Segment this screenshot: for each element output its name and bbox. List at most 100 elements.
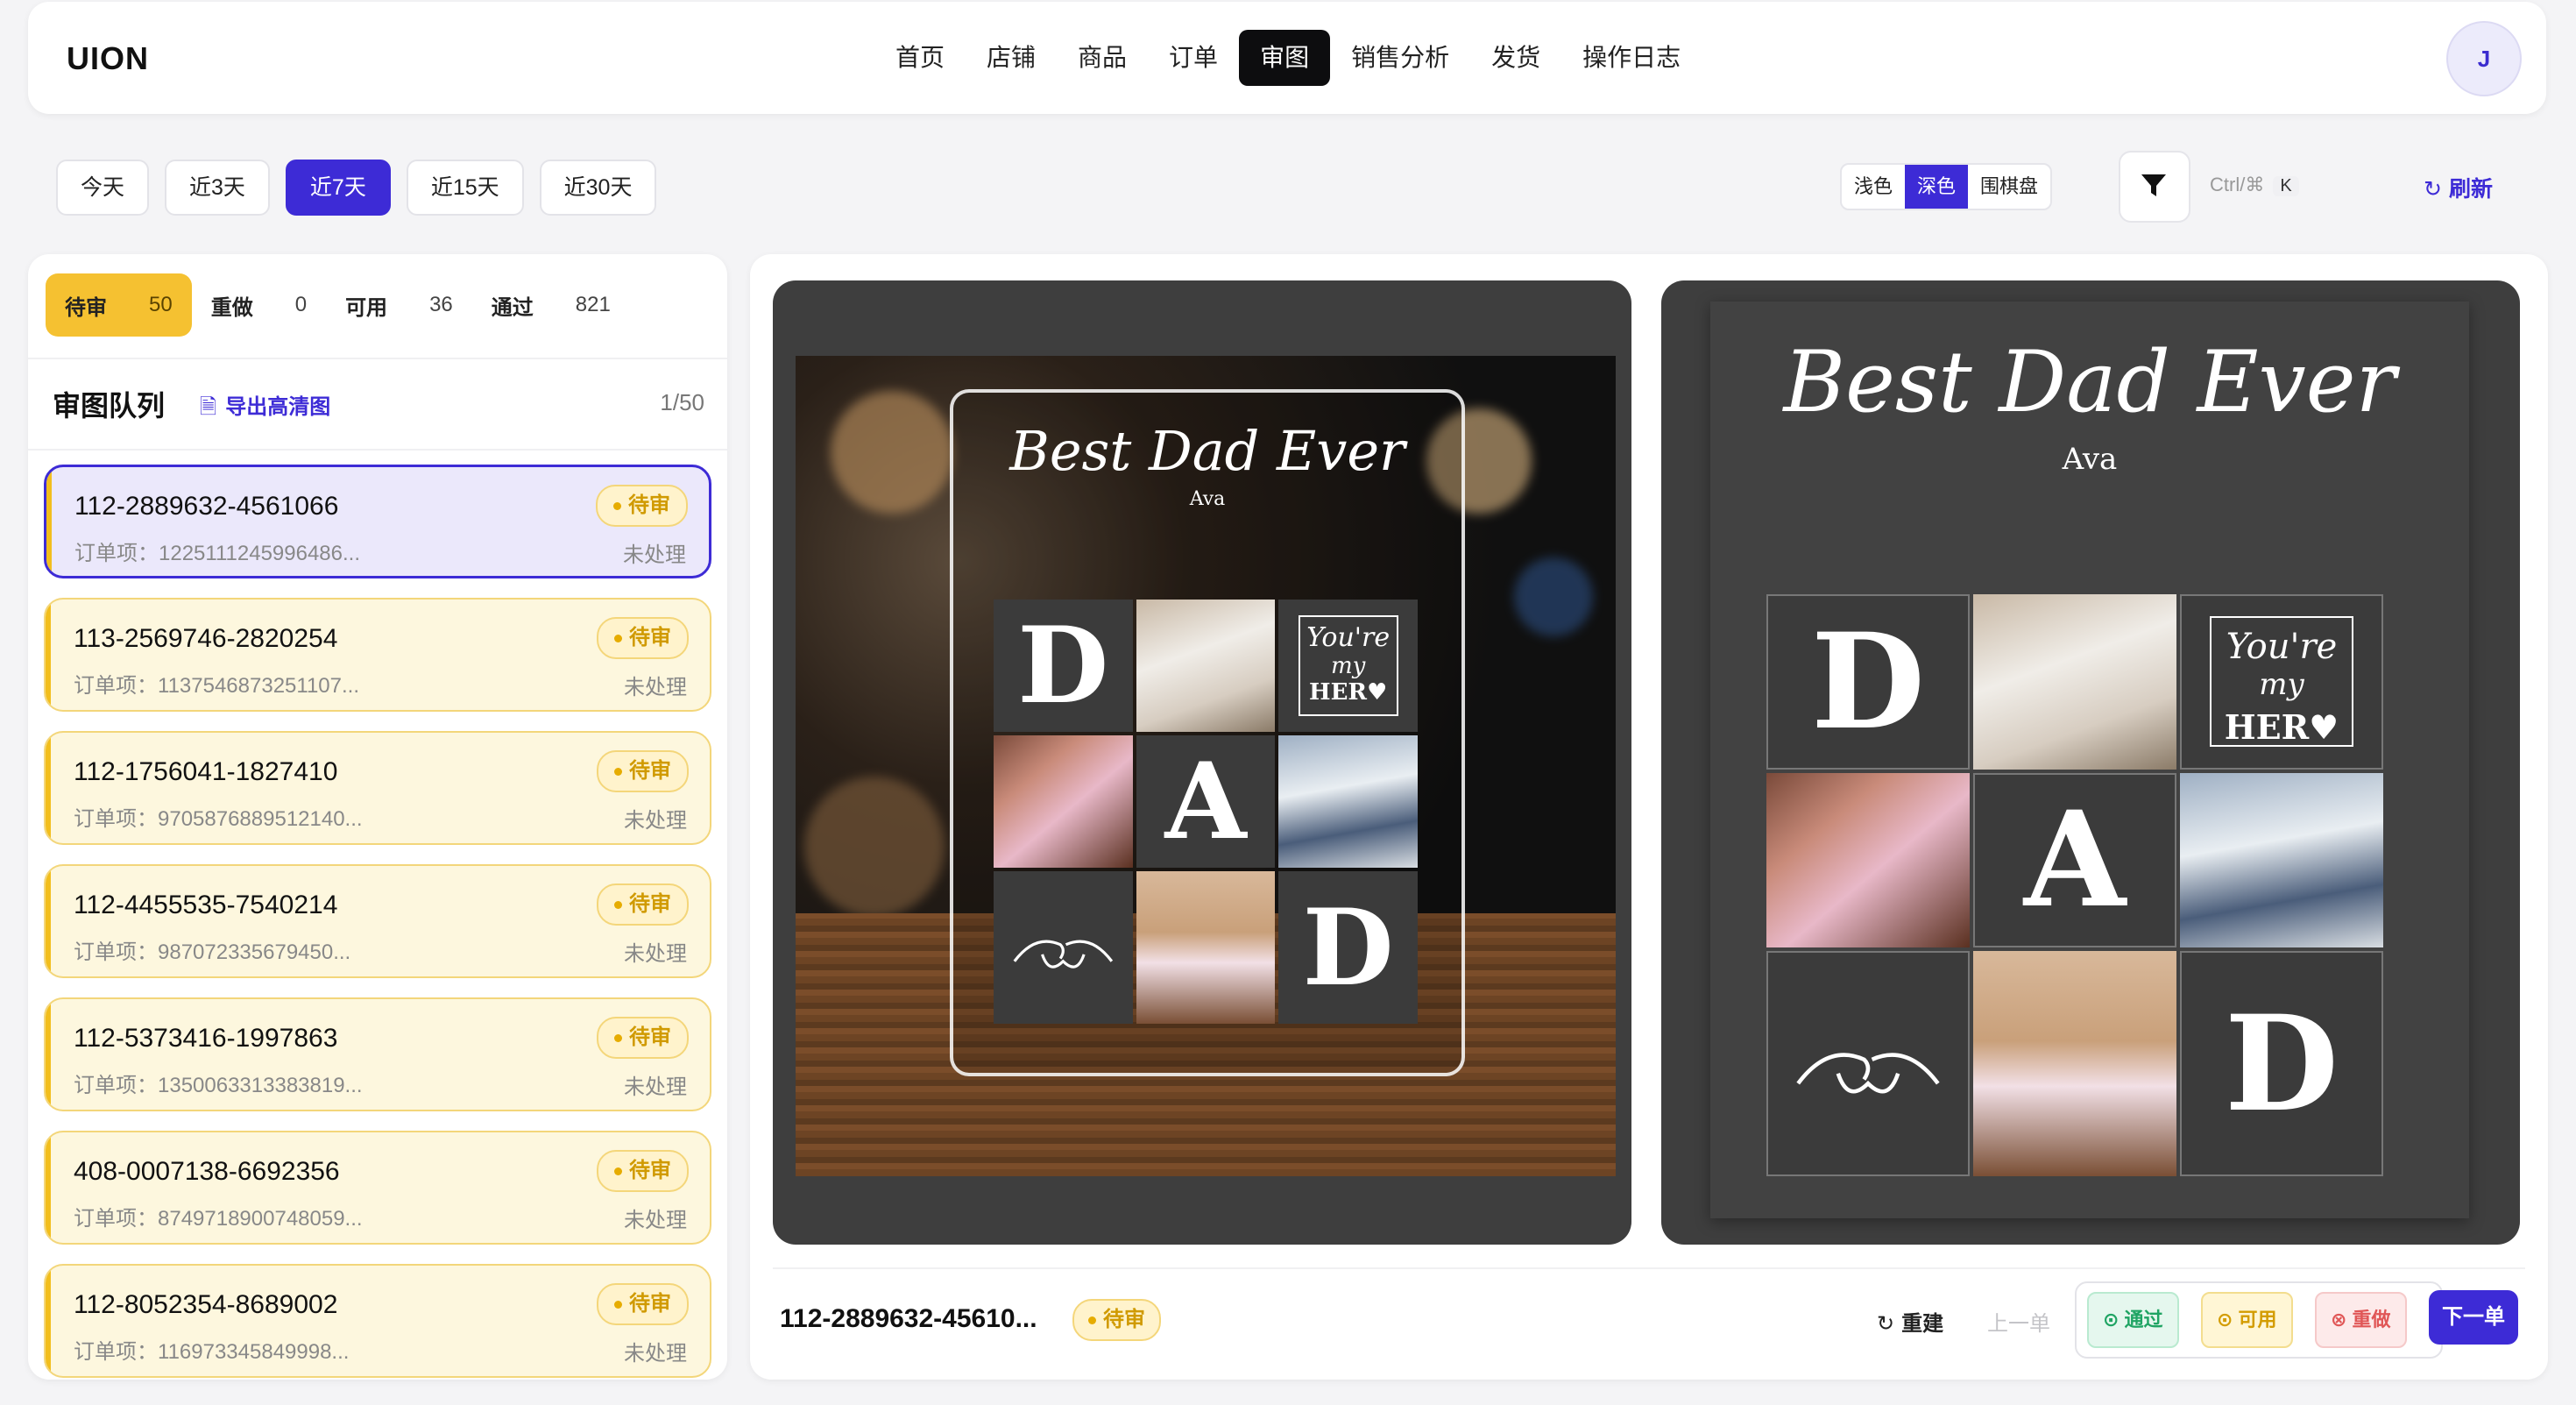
queue-item[interactable]: 112-5373416-1997863 订单项：1350063313383819…: [44, 997, 711, 1111]
fist-bump-icon: [1013, 940, 1114, 969]
fist-bump-tile: [1766, 951, 1970, 1176]
top-navbar: UION 首页 店铺 商品 订单 审图 销售分析 发货 操作日志 J: [28, 2, 2546, 114]
nav-item-shops[interactable]: 店铺: [966, 30, 1057, 86]
status-badge-label: 待审: [629, 1292, 671, 1316]
queue-item[interactable]: 113-2569746-2820254 订单项：1137546873251107…: [44, 598, 711, 712]
range-15days-button[interactable]: 近15天: [406, 160, 524, 216]
fist-bump-icon: [1796, 1053, 1940, 1094]
dot-icon: [614, 768, 622, 777]
brand-logo[interactable]: UION: [67, 40, 149, 77]
queue-item[interactable]: 408-0007138-6692356 订单项：8749718900748059…: [44, 1131, 711, 1245]
photo-tile: [1973, 594, 2176, 770]
mockup-preview-card[interactable]: Best Dad Ever Ava D You're my HER♥ A D: [773, 280, 1631, 1245]
status-badge: 待审: [597, 750, 689, 792]
hero-line: You're: [2226, 627, 2338, 668]
range-3days-button[interactable]: 近3天: [165, 160, 270, 216]
nav-item-shipping[interactable]: 发货: [1470, 30, 1561, 86]
dot-icon: [614, 1167, 622, 1176]
status-tab-count: 36: [429, 293, 453, 316]
refresh-label: 刷新: [2448, 177, 2493, 202]
queue-item[interactable]: 112-2889632-4561066 订单项：1225111245996486…: [44, 465, 711, 578]
range-30days-button[interactable]: 近30天: [539, 160, 657, 216]
nav-item-sales-analysis[interactable]: 销售分析: [1330, 30, 1470, 86]
hero-line: You're: [1306, 622, 1391, 654]
letter-d-tile: D: [1278, 871, 1418, 1024]
dot-icon: [614, 1301, 622, 1309]
letter-a-tile: A: [1136, 735, 1276, 869]
search-shortcut-hint: Ctrl/⌘ K: [2210, 174, 2299, 196]
review-queue-panel: 待审 50 重做 0 可用 36 通过 821 审图队列 🗎 导出高清图 1/50…: [28, 254, 727, 1380]
queue-item[interactable]: 112-8052354-8689002 订单项：116973345849998.…: [44, 1264, 711, 1378]
document-icon: 🗎: [200, 395, 217, 419]
x-circle-icon: ⊗: [2331, 1309, 2353, 1330]
background-theme-toggle: 浅色 深色 围棋盘: [1840, 163, 2053, 210]
nav-item-operation-log[interactable]: 操作日志: [1561, 30, 1702, 86]
nav-item-home[interactable]: 首页: [874, 30, 966, 86]
user-avatar[interactable]: J: [2446, 21, 2522, 96]
usable-button[interactable]: ⊙ 可用: [2201, 1292, 2293, 1348]
divider: [773, 1267, 2525, 1269]
status-badge: 待审: [597, 1017, 689, 1059]
redo-label: 重做: [2352, 1309, 2391, 1330]
photo-grid: D You're my HER♥ A D: [994, 600, 1418, 1024]
hero-tile: You're my HER♥: [1278, 600, 1418, 733]
status-tab-usable[interactable]: 可用 36: [326, 273, 472, 337]
theme-checkerboard-option[interactable]: 围棋盘: [1968, 165, 2050, 209]
status-tab-count: 0: [294, 293, 308, 316]
divider: [28, 449, 727, 451]
queue-item-order-id: 112-1756041-1827410: [74, 757, 338, 786]
nav-item-orders[interactable]: 订单: [1148, 30, 1239, 86]
range-today-button[interactable]: 今天: [56, 160, 150, 216]
queue-title: 审图队列: [53, 390, 166, 422]
redo-button[interactable]: ⊗ 重做: [2315, 1292, 2407, 1348]
theme-light-option[interactable]: 浅色: [1842, 165, 1905, 209]
approve-button[interactable]: ⊙ 通过: [2087, 1292, 2179, 1348]
nav-item-products[interactable]: 商品: [1057, 30, 1148, 86]
filter-button[interactable]: [2119, 151, 2190, 223]
check-circle-icon: ⊙: [2103, 1309, 2125, 1330]
photo-tile: [1136, 871, 1276, 1024]
status-tab-label: 待审: [65, 295, 107, 320]
divider: [28, 358, 727, 359]
status-tab-redo[interactable]: 重做 0: [192, 273, 326, 337]
shortcut-key: K: [2273, 176, 2299, 196]
status-tab-approved[interactable]: 通过 821: [472, 273, 630, 337]
next-order-button[interactable]: 下一单: [2429, 1290, 2518, 1345]
hero-line: my: [2259, 667, 2304, 703]
hero-line: HER♥: [2224, 707, 2339, 748]
nav-item-review[interactable]: 审图: [1239, 30, 1331, 86]
design-title: Best Dad Ever: [1009, 419, 1405, 483]
queue-item-order-id: 408-0007138-6692356: [74, 1157, 340, 1186]
queue-item-order-id: 112-8052354-8689002: [74, 1290, 338, 1319]
previous-order-button[interactable]: 上一单: [1987, 1306, 2050, 1337]
letter-d-tile: D: [994, 600, 1133, 733]
design-preview-card[interactable]: Best Dad Ever Ava D You're my HER♥ A D: [1661, 280, 2520, 1245]
refresh-button[interactable]: ↻ 刷新: [2424, 172, 2493, 203]
dot-icon: [1088, 1316, 1096, 1325]
hero-frame: You're my HER♥: [2209, 616, 2354, 748]
photo-grid: D You're my HER♥ A D: [1766, 594, 2383, 1176]
bokeh-light: [831, 391, 953, 514]
status-tab-label: 重做: [210, 295, 253, 320]
status-badge: 待审: [596, 485, 688, 527]
queue-item-state: 未处理: [624, 1209, 687, 1232]
status-badge-label: 待审: [1103, 1308, 1145, 1331]
status-tab-pending[interactable]: 待审 50: [46, 273, 192, 337]
queue-item[interactable]: 112-4455535-7540214 订单项：987072335679450.…: [44, 864, 711, 978]
rebuild-button[interactable]: ↻ 重建: [1877, 1306, 1943, 1337]
letter-d-tile: D: [2180, 951, 2383, 1176]
export-hd-button[interactable]: 🗎 导出高清图: [200, 389, 330, 428]
hero-line: HER♥: [1309, 679, 1388, 706]
queue-item-state: 未处理: [624, 676, 687, 699]
theme-dark-option[interactable]: 深色: [1905, 165, 1969, 209]
design-poster: Best Dad Ever Ava D You're my HER♥ A D: [1710, 302, 2469, 1218]
status-tab-label: 可用: [345, 295, 388, 320]
queue-item[interactable]: 112-1756041-1827410 订单项：9705876889512140…: [44, 731, 711, 845]
photo-tile: [1766, 772, 1970, 948]
range-7days-button[interactable]: 近7天: [285, 160, 391, 216]
status-tabs: 待审 50 重做 0 可用 36 通过 821: [46, 273, 630, 337]
photo-tile: [1136, 600, 1276, 733]
dot-icon: [614, 635, 622, 643]
usable-label: 可用: [2238, 1309, 2277, 1330]
dot-icon: [614, 1034, 622, 1043]
